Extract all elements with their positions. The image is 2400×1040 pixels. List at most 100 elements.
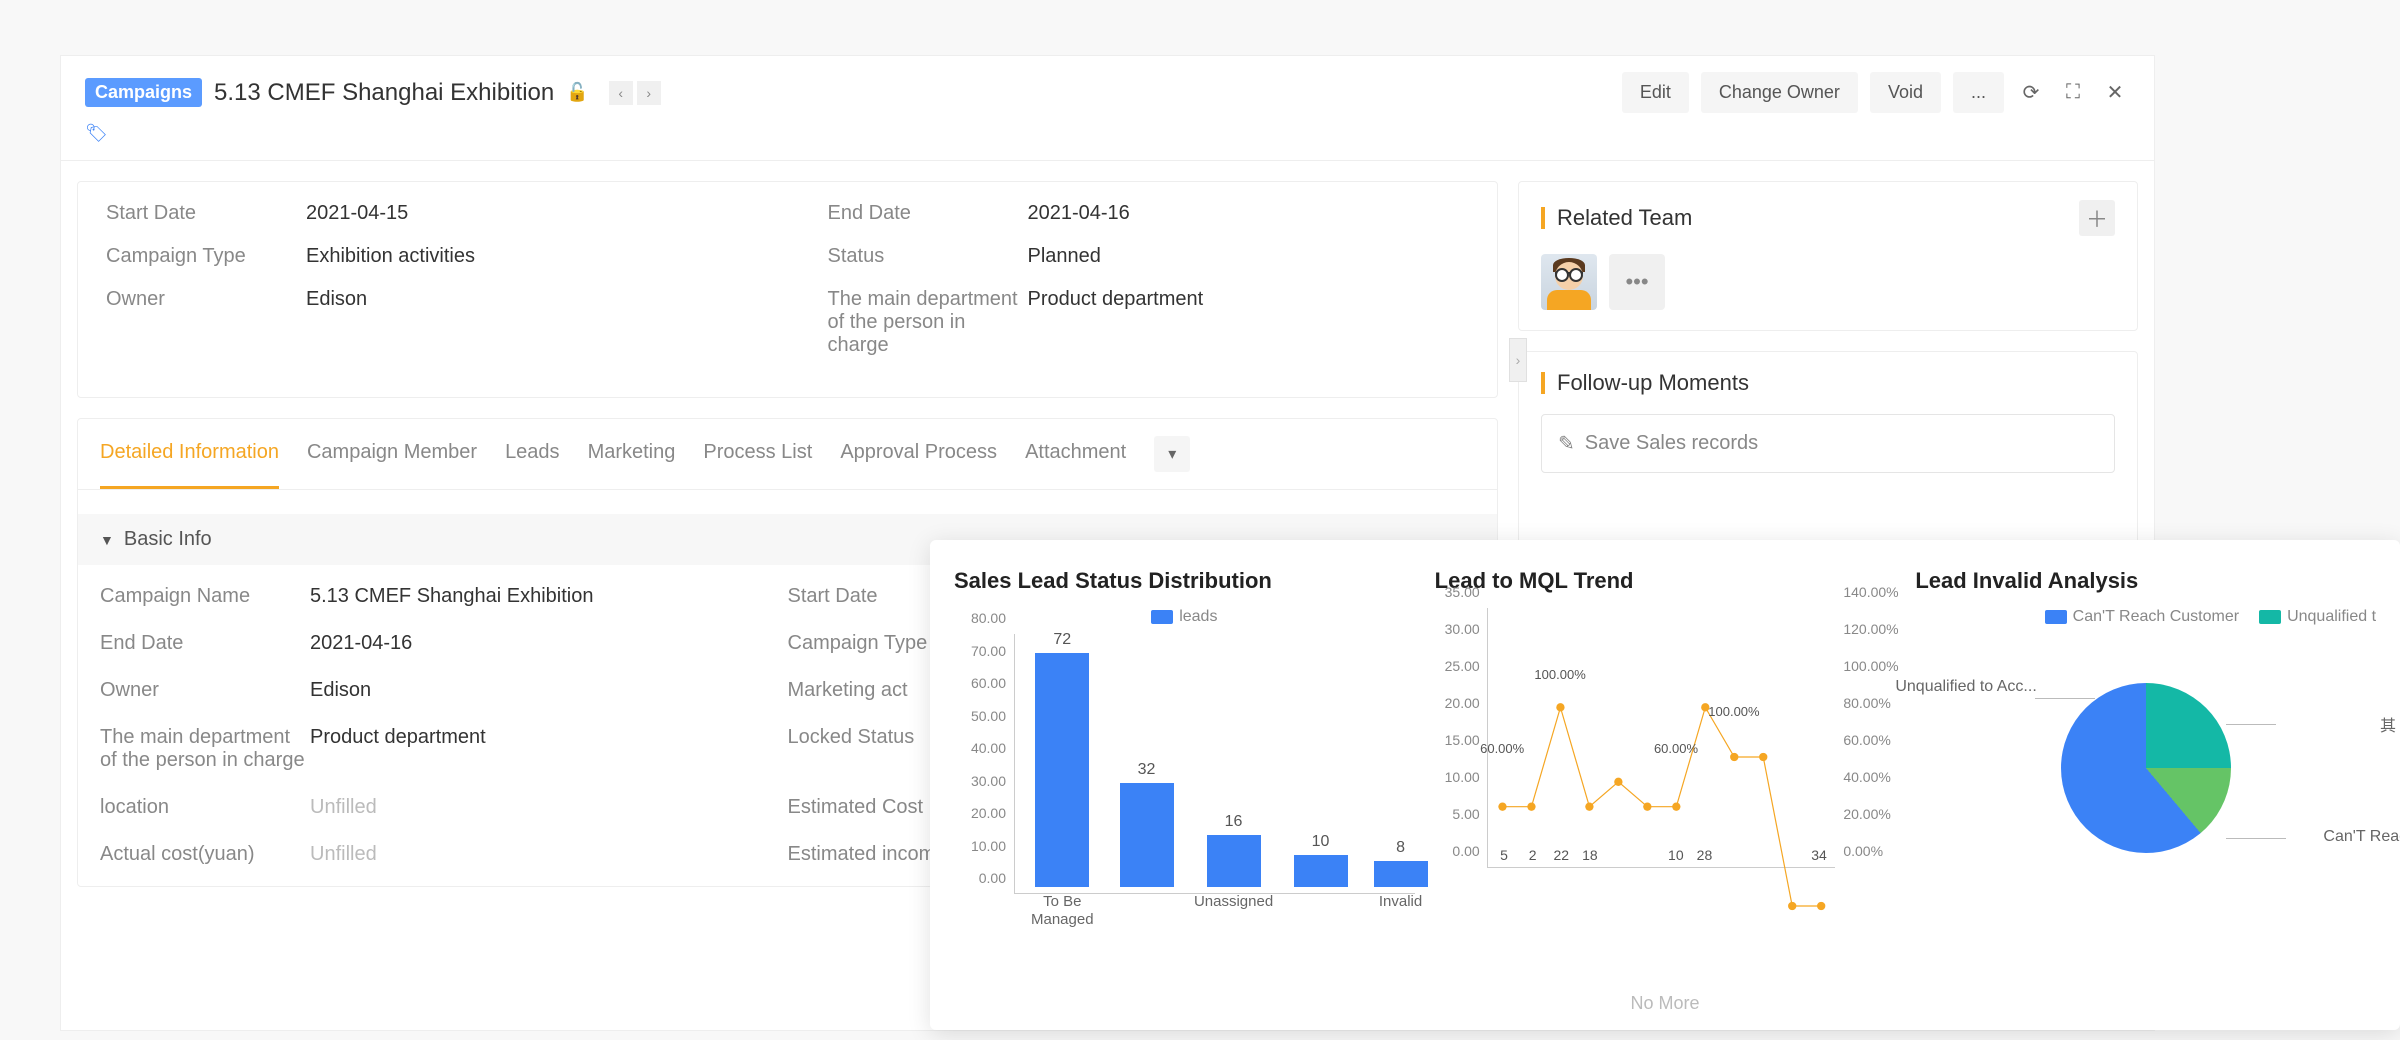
edit-button[interactable]: Edit bbox=[1622, 72, 1689, 113]
y-tick: 15.00 bbox=[1445, 732, 1480, 748]
summary-label: Status bbox=[828, 245, 1028, 268]
y-tick-right: 20.00% bbox=[1843, 806, 1891, 822]
y-tick: 50.00 bbox=[971, 708, 1006, 724]
bar-value-label: 10 bbox=[1312, 833, 1330, 851]
close-icon[interactable]: ✕ bbox=[2100, 78, 2130, 108]
pct-label: 60.00% bbox=[1654, 741, 1698, 756]
tag-icon[interactable]: 🏷 bbox=[85, 123, 108, 143]
page-title: 5.13 CMEF Shanghai Exhibition bbox=[214, 79, 554, 107]
info-label: Owner bbox=[100, 679, 310, 702]
fullscreen-icon[interactable]: ⛶ bbox=[2058, 78, 2088, 108]
bar-value-label: 2 bbox=[1529, 847, 1537, 863]
bar-value-label: 10 bbox=[1668, 847, 1684, 863]
related-team-title: Related Team bbox=[1557, 205, 2079, 231]
info-value: Unfilled bbox=[310, 796, 377, 819]
y-tick: 10.00 bbox=[1445, 769, 1480, 785]
void-button[interactable]: Void bbox=[1870, 72, 1941, 113]
add-team-member-button[interactable]: ＋ bbox=[2079, 200, 2115, 236]
y-tick: 0.00 bbox=[1452, 843, 1479, 859]
summary-value: Exhibition activities bbox=[306, 245, 475, 268]
pct-label: 100.00% bbox=[1534, 667, 1585, 682]
y-tick: 20.00 bbox=[1445, 695, 1480, 711]
legend-item: leads bbox=[1151, 608, 1217, 626]
info-value: Unfilled bbox=[310, 843, 377, 866]
summary-value: 2021-04-16 bbox=[1028, 202, 1130, 225]
chart-lead-to-mql-trend: Lead to MQL Trend 0.00 5.00 10.00 15.00 20.0… bbox=[1435, 568, 1896, 1002]
info-label: location bbox=[100, 796, 310, 819]
bar: 16 bbox=[1207, 835, 1261, 887]
y-tick: 80.00 bbox=[971, 610, 1006, 626]
legend-item: Unqualified t bbox=[2259, 608, 2376, 626]
charts-panel: Sales Lead Status Distribution leads 0.0… bbox=[930, 540, 2400, 1030]
info-label: Campaign Name bbox=[100, 585, 310, 608]
bar-value-label: 32 bbox=[1138, 761, 1156, 779]
y-tick: 5.00 bbox=[1452, 806, 1479, 822]
chart-title: Sales Lead Status Distribution bbox=[954, 568, 1415, 594]
y-tick: 10.00 bbox=[971, 838, 1006, 854]
tab-marketing[interactable]: Marketing bbox=[588, 419, 676, 489]
bar-value-label: 18 bbox=[1582, 847, 1598, 863]
legend-item: Can'T Reach Customer bbox=[2045, 608, 2239, 626]
y-tick: 30.00 bbox=[971, 773, 1006, 789]
followup-title: Follow-up Moments bbox=[1557, 370, 2115, 396]
tab-process-list[interactable]: Process List bbox=[703, 419, 812, 489]
edit-icon: ✎ bbox=[1558, 431, 1575, 456]
y-tick-right: 140.00% bbox=[1843, 584, 1891, 600]
campaigns-badge: Campaigns bbox=[85, 78, 202, 107]
pct-label: 100.00% bbox=[1708, 704, 1759, 719]
summary-label: End Date bbox=[828, 202, 1028, 225]
bar: 8 bbox=[1374, 861, 1428, 887]
save-sales-records-button[interactable]: ✎ Save Sales records bbox=[1541, 414, 2115, 473]
y-tick-right: 120.00% bbox=[1843, 621, 1891, 637]
tab-attachment[interactable]: Attachment bbox=[1025, 419, 1126, 489]
collapse-sidebar-button[interactable]: › bbox=[1509, 338, 1527, 382]
chart-title: Lead Invalid Analysis bbox=[1915, 568, 2376, 594]
pie-slice-label: Unqualified to Acc... bbox=[1895, 678, 2036, 696]
save-sales-records-label: Save Sales records bbox=[1585, 432, 1758, 455]
tab-campaign-member[interactable]: Campaign Member bbox=[307, 419, 477, 489]
bar-value-label: 16 bbox=[1225, 813, 1243, 831]
info-label: Actual cost(yuan) bbox=[100, 843, 310, 866]
avatar[interactable] bbox=[1541, 254, 1597, 310]
prev-button[interactable]: ‹ bbox=[609, 81, 633, 105]
y-tick: 20.00 bbox=[971, 805, 1006, 821]
pct-label: 60.00% bbox=[1480, 741, 1524, 756]
tab-detailed-information[interactable]: Detailed Information bbox=[100, 419, 279, 489]
y-tick-right: 60.00% bbox=[1843, 732, 1891, 748]
more-actions-button[interactable]: ... bbox=[1953, 72, 2004, 113]
bar: 72 bbox=[1035, 653, 1089, 887]
summary-card: Start Date2021-04-15Campaign TypeExhibit… bbox=[77, 181, 1498, 398]
summary-value: Planned bbox=[1028, 245, 1101, 268]
pie-chart bbox=[2061, 683, 2231, 853]
pie-slice-label: 其 bbox=[2380, 712, 2396, 736]
bar: 10 bbox=[1294, 855, 1348, 888]
next-button[interactable]: › bbox=[637, 81, 661, 105]
lock-icon: 🔓 bbox=[566, 82, 588, 103]
tab-approval-process[interactable]: Approval Process bbox=[840, 419, 997, 489]
refresh-icon[interactable]: ⟳ bbox=[2016, 78, 2046, 108]
y-tick-right: 80.00% bbox=[1843, 695, 1891, 711]
info-label: End Date bbox=[100, 632, 310, 655]
tabs-more-button[interactable]: ▾ bbox=[1154, 436, 1190, 472]
summary-label: The main department of the person in cha… bbox=[828, 288, 1028, 357]
tab-leads[interactable]: Leads bbox=[505, 419, 560, 489]
summary-label: Owner bbox=[106, 288, 306, 311]
y-tick: 25.00 bbox=[1445, 658, 1480, 674]
bar-value-label: 34 bbox=[1811, 847, 1827, 863]
caret-down-icon: ▼ bbox=[100, 532, 114, 548]
bar-value-label: 22 bbox=[1553, 847, 1569, 863]
summary-value: 2021-04-15 bbox=[306, 202, 408, 225]
info-value: Edison bbox=[310, 679, 371, 702]
more-team-button[interactable]: ••• bbox=[1609, 254, 1665, 310]
pie-slice-label: Can'T Reach bbox=[2323, 828, 2400, 846]
y-tick-right: 100.00% bbox=[1843, 658, 1891, 674]
change-owner-button[interactable]: Change Owner bbox=[1701, 72, 1858, 113]
bar-value-label: 5 bbox=[1500, 847, 1508, 863]
info-label: The main department of the person in cha… bbox=[100, 726, 310, 772]
summary-value: Edison bbox=[306, 288, 367, 311]
chart-sales-lead-status: Sales Lead Status Distribution leads 0.0… bbox=[954, 568, 1415, 1002]
chart-title: Lead to MQL Trend bbox=[1435, 568, 1896, 594]
info-value: Product department bbox=[310, 726, 486, 772]
related-team-card: Related Team ＋ ••• bbox=[1518, 181, 2138, 331]
no-more-label: No More bbox=[930, 993, 2400, 1014]
